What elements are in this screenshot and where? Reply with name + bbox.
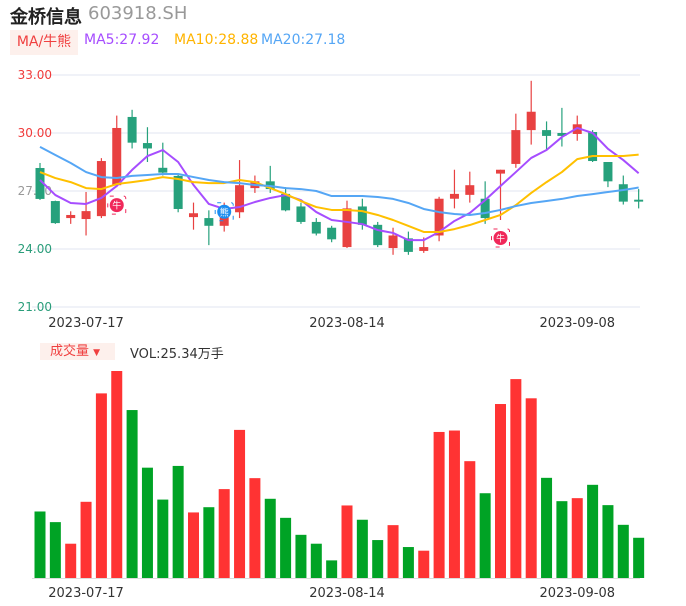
volume-bar — [448, 430, 460, 578]
y-tick-label: 33.00 — [18, 68, 52, 82]
candle-body — [542, 130, 552, 136]
volume-bar — [80, 501, 92, 578]
volume-bar — [617, 524, 629, 578]
volume-bar — [633, 537, 645, 578]
volume-bar — [188, 512, 199, 578]
volume-readout: VOL:25.34万手 — [130, 347, 224, 362]
volume-bar — [49, 522, 61, 578]
volume-bar — [556, 501, 568, 578]
candle-body — [388, 235, 398, 249]
candle-body — [327, 227, 337, 240]
caret-down-icon: ▼ — [93, 348, 101, 358]
candle-body — [204, 218, 214, 226]
volume-indicator-dropdown[interactable]: 成交量 ▼ — [40, 343, 115, 360]
candle-body — [618, 184, 628, 202]
signal-label: 熊 — [220, 206, 229, 218]
volume-bar — [172, 465, 184, 578]
candle-body — [158, 167, 168, 173]
candle-body — [526, 111, 536, 131]
x-date-label: 2023-09-08 — [539, 316, 615, 331]
signal-label: 牛 — [496, 233, 505, 245]
volume-bar — [203, 507, 215, 578]
volume-bar — [111, 371, 123, 578]
candle-body — [173, 175, 183, 209]
volume-bar — [141, 467, 153, 578]
candle-body — [419, 247, 429, 251]
x-date-label: 2023-07-17 — [48, 586, 124, 601]
candle-body — [342, 208, 352, 248]
volume-toggle-label: 成交量 — [50, 344, 90, 359]
volume-bar — [126, 410, 138, 578]
candle-body — [66, 214, 76, 219]
volume-bar — [464, 461, 476, 578]
volume-bar — [433, 431, 445, 578]
candle-body — [465, 185, 475, 195]
volume-bar — [495, 404, 506, 578]
x-date-label: 2023-08-14 — [309, 316, 385, 331]
volume-bar — [310, 543, 322, 578]
volume-bar — [387, 525, 399, 578]
signal-label: 牛 — [112, 200, 121, 212]
volume-bar — [295, 534, 307, 578]
candle-body — [127, 116, 137, 143]
candle-body — [296, 206, 306, 222]
volume-bar — [372, 540, 384, 578]
volume-bar — [249, 478, 261, 578]
y-tick-label: 21.00 — [18, 300, 52, 314]
volume-bar — [95, 393, 107, 578]
volume-bar — [157, 499, 169, 578]
volume-bar — [264, 498, 276, 578]
volume-bar — [280, 517, 292, 578]
volume-bar — [418, 550, 430, 578]
candle-body — [496, 169, 505, 174]
candle-body — [357, 206, 367, 225]
candle-body — [449, 193, 459, 199]
candle-body — [511, 130, 521, 164]
y-tick-label: 30.00 — [18, 126, 52, 140]
candle-body — [142, 143, 152, 149]
volume-bar — [356, 519, 368, 578]
volume-bar — [479, 493, 491, 578]
x-date-label: 2023-08-14 — [309, 586, 385, 601]
candle-body — [81, 211, 91, 220]
candle-body — [603, 162, 613, 182]
ma5-line — [39, 126, 640, 242]
volume-bar — [341, 505, 353, 578]
x-date-label: 2023-09-08 — [539, 586, 615, 601]
volume-bar — [402, 547, 414, 578]
volume-bar — [34, 511, 46, 578]
volume-bar — [525, 398, 537, 578]
volume-bar — [602, 505, 614, 578]
candle-body — [634, 199, 644, 202]
candle-body — [189, 213, 198, 218]
volume-bar — [234, 429, 246, 578]
volume-bar — [541, 477, 553, 578]
candle-body — [311, 221, 321, 234]
volume-bar — [571, 498, 583, 578]
x-date-label: 2023-07-17 — [48, 316, 124, 331]
candle-body — [50, 201, 60, 224]
volume-bar — [218, 489, 230, 578]
volume-bar — [587, 484, 599, 578]
volume-bar — [65, 543, 77, 578]
kline-chart: 33.0030.0027.0024.0021.00牛熊牛2023-07-17 20… — [18, 68, 645, 601]
volume-bar — [510, 379, 522, 578]
volume-bar — [326, 560, 338, 578]
y-tick-label: 24.00 — [18, 242, 52, 256]
